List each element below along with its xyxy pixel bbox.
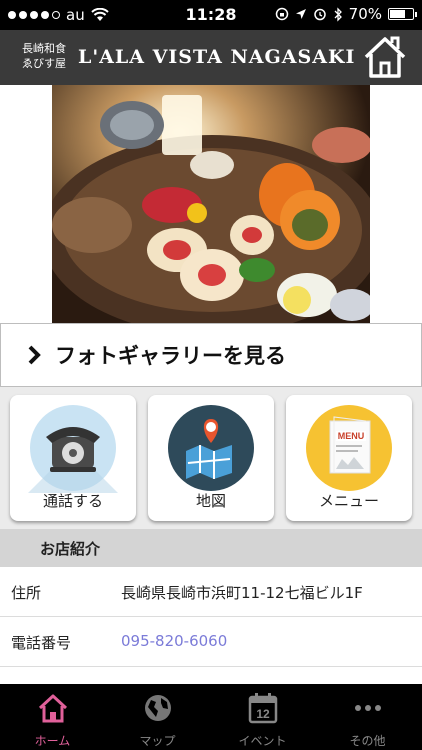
- home-button[interactable]: [362, 34, 408, 80]
- status-right: 70%: [275, 5, 417, 23]
- status-bar: au 11:28 70%: [0, 0, 422, 30]
- app-header: 長崎和食 ゑびす屋 L'ALA VISTA NAGASAKI: [0, 30, 422, 85]
- menu-button[interactable]: MENU メニュー: [286, 395, 412, 521]
- brand-subtitle: 長崎和食 ゑびす屋: [22, 42, 66, 70]
- menu-label: メニュー: [318, 492, 379, 510]
- tab-event[interactable]: 12 イベント: [210, 684, 315, 750]
- location-icon: [295, 9, 306, 19]
- battery-percent: 70%: [348, 5, 382, 23]
- gallery-label: フォトギャラリーを見る: [55, 344, 286, 368]
- chevron-right-icon: [28, 345, 41, 365]
- bluetooth-icon: [334, 6, 342, 22]
- globe-icon: [145, 695, 171, 721]
- tab-bar: ホーム マップ 12 イベント その他: [0, 684, 422, 750]
- hero-photo: [52, 85, 370, 323]
- menu-icon: MENU: [306, 405, 392, 491]
- map-button[interactable]: 地図: [148, 395, 274, 521]
- alarm-icon: [313, 8, 326, 21]
- address-key: 住所: [11, 584, 42, 602]
- tab-more-label: その他: [349, 734, 386, 748]
- address-value: 長崎県長崎市浜町11-12七福ビル1F: [121, 584, 363, 602]
- menu-icon-text: MENU: [338, 431, 365, 441]
- shop-info-header: お店紹介: [0, 529, 422, 567]
- rotation-lock-icon: [275, 7, 288, 21]
- action-grid: 通話する 地図 MENU メニュー: [0, 387, 422, 529]
- photo-gallery-link[interactable]: フォトギャラリーを見る: [0, 323, 422, 387]
- tab-map[interactable]: マップ: [105, 684, 210, 750]
- calendar-day: 12: [256, 707, 270, 721]
- phone-number-link[interactable]: 095-820-6060: [121, 632, 227, 650]
- call-label: 通話する: [42, 492, 103, 510]
- phone-row: 電話番号 095-820-6060: [0, 617, 422, 667]
- more-icon: [355, 705, 381, 711]
- map-icon: [168, 405, 254, 491]
- tab-map-label: マップ: [139, 734, 176, 748]
- phone-key: 電話番号: [11, 634, 72, 652]
- sashimi-platter-image: [52, 85, 370, 323]
- tab-more[interactable]: その他: [315, 684, 420, 750]
- tab-home-label: ホーム: [34, 734, 71, 748]
- tab-event-label: イベント: [238, 734, 287, 748]
- map-label: 地図: [195, 492, 226, 510]
- battery-icon: [388, 8, 417, 20]
- page-title: L'ALA VISTA NAGASAKI: [78, 46, 356, 68]
- tab-home[interactable]: ホーム: [0, 684, 105, 750]
- telephone-icon: [28, 405, 118, 493]
- home-icon: [38, 694, 68, 723]
- call-button[interactable]: 通話する: [10, 395, 136, 521]
- address-row: 住所 長崎県長崎市浜町11-12七福ビル1F: [0, 567, 422, 617]
- calendar-icon: 12: [248, 693, 278, 724]
- section-title: お店紹介: [40, 540, 101, 558]
